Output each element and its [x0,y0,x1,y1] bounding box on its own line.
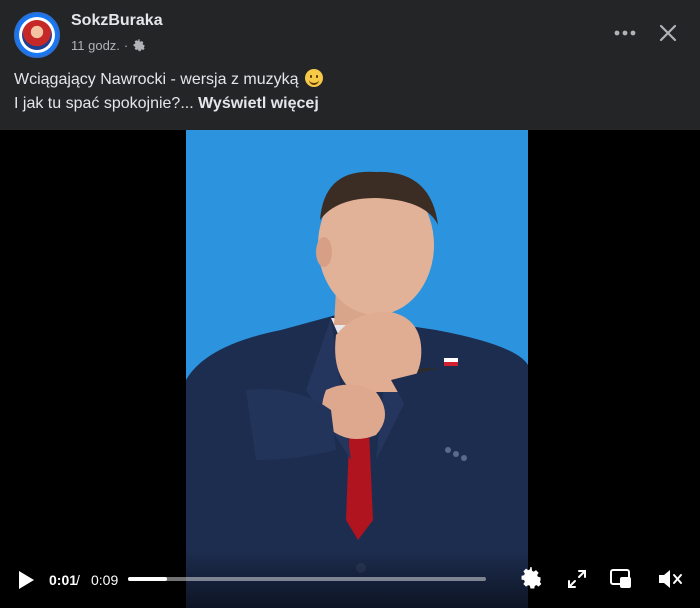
post-timestamp[interactable]: 11 godz. [71,38,120,53]
volume-muted-icon [659,570,682,588]
post-caption: Wciągający Nawrocki - wersja z muzyką I … [14,68,684,116]
fullscreen-button[interactable] [562,564,592,594]
post-meta: 11 godz. · [71,38,146,53]
caption-line-1: Wciągający Nawrocki - wersja z muzyką [14,68,684,92]
volume-button[interactable] [655,564,685,594]
settings-icon [521,567,542,589]
slightly-smiling-face-icon [304,69,323,87]
caption-text-1: Wciągający Nawrocki - wersja z muzyką [14,71,299,88]
close-icon [659,24,677,42]
avatar-picture [22,20,52,50]
progress-fill [128,577,168,581]
progress-bar[interactable] [128,577,486,581]
video-player[interactable]: 0:01 / 0:09 [0,130,700,608]
video-still [186,130,528,608]
post-card: SokzBuraka 11 godz. · Wciągający Nawrock… [0,0,700,608]
post-header: SokzBuraka 11 godz. · [0,0,700,62]
video-frame[interactable] [186,130,528,608]
fullscreen-icon [568,570,586,588]
more-options-icon [614,30,636,36]
settings-button[interactable] [516,564,546,594]
duration: 0:09 [91,572,119,588]
author-name[interactable]: SokzBuraka [71,12,163,30]
more-options-button[interactable] [608,18,642,48]
see-more-link[interactable]: Wyświetl więcej [198,95,319,112]
picture-in-picture-icon [610,569,631,588]
time-separator: / [76,572,80,588]
meta-separator: · [123,38,129,53]
current-time: 0:01 [49,572,78,588]
caption-line-2: I jak tu spać spokojnie?... Wyświetl wię… [14,92,684,116]
gear-icon[interactable] [132,38,146,53]
video-controls: 0:01 / 0:09 [0,550,700,608]
caption-text-2: I jak tu spać spokojnie?... [14,95,194,112]
picture-in-picture-button[interactable] [606,564,636,594]
play-button[interactable] [12,566,40,594]
play-icon [19,571,34,589]
close-button[interactable] [650,16,686,50]
author-avatar[interactable] [14,12,60,58]
